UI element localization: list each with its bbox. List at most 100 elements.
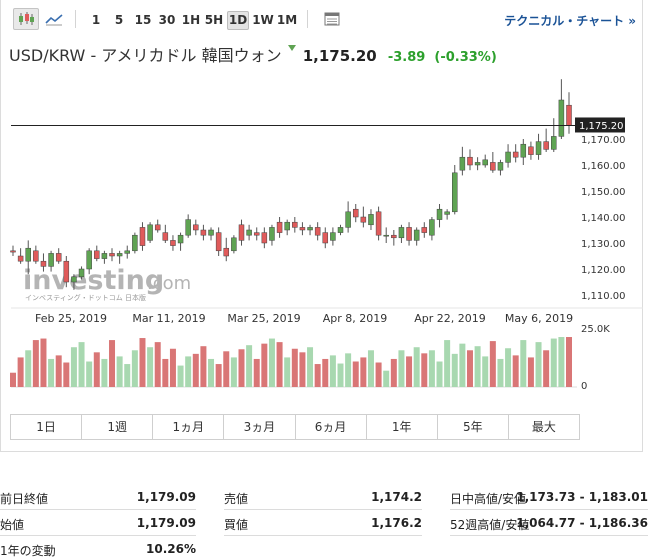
- range-1y[interactable]: 1年: [367, 415, 438, 439]
- volume-bar: [558, 337, 565, 387]
- stat-value: 1,064.77 - 1,186.36: [516, 516, 648, 530]
- volume-bar: [291, 348, 298, 387]
- candle-down: [139, 227, 146, 246]
- candle-down: [421, 227, 428, 233]
- candle-up: [208, 229, 214, 236]
- chart-toolbar: 1 5 15 30 1H 5H 1D 1W 1M テクニカル・チャート »: [1, 0, 644, 38]
- candle-up: [505, 151, 511, 163]
- volume-bar: [352, 361, 359, 387]
- stat-label: 買値: [224, 518, 249, 532]
- volume-bar: [208, 358, 215, 387]
- range-1m[interactable]: 1ヵ月: [153, 415, 225, 439]
- volume-bar: [10, 372, 16, 387]
- x-tick-label: Apr 22, 2019: [414, 312, 486, 325]
- timeframe-5h[interactable]: 5H: [204, 11, 224, 30]
- volume-bar: [428, 350, 435, 387]
- candle-down: [528, 146, 534, 155]
- volume-bar: [40, 338, 47, 387]
- volume-bar: [413, 347, 420, 387]
- volume-bar: [390, 358, 397, 387]
- range-6m[interactable]: 6ヵ月: [296, 415, 367, 439]
- timeframe-5[interactable]: 5: [112, 11, 126, 30]
- stat-value: 1,179.09: [136, 516, 196, 530]
- volume-bar: [124, 364, 131, 387]
- timeframe-30[interactable]: 30: [157, 11, 177, 30]
- timeframe-15[interactable]: 15: [133, 11, 153, 30]
- timeframe-1h[interactable]: 1H: [181, 11, 201, 30]
- stat-day-range: 日中高値/安値 1,173.73 - 1,183.01: [450, 484, 648, 510]
- watermark-brand: investing: [23, 265, 164, 296]
- volume-bar: [299, 352, 306, 387]
- volume-bar: [139, 338, 146, 387]
- calendar-table-icon[interactable]: [319, 8, 345, 30]
- range-5y[interactable]: 5年: [438, 415, 509, 439]
- candle-up: [116, 253, 123, 257]
- candle-down: [17, 255, 24, 262]
- candle-down: [360, 216, 367, 223]
- volume-bar: [154, 342, 161, 387]
- volume-bar: [375, 362, 382, 387]
- candle-down: [253, 232, 260, 236]
- volume-bar: [261, 343, 268, 387]
- range-max[interactable]: 最大: [509, 415, 579, 439]
- stat-label: 前日終値: [0, 492, 49, 506]
- candle-down: [40, 260, 47, 267]
- candle-up: [383, 234, 389, 237]
- stat-bid: 売値 1,174.2: [224, 484, 422, 510]
- candle-up: [429, 219, 435, 236]
- candle-up: [71, 276, 77, 283]
- candle-up: [177, 234, 184, 244]
- volume-bar: [329, 355, 336, 387]
- volume-bar: [48, 358, 55, 387]
- volume-bar: [527, 357, 534, 387]
- area-chart-icon[interactable]: [41, 8, 67, 30]
- range-3m[interactable]: 3ヵ月: [224, 415, 296, 439]
- volume-bar: [284, 357, 291, 387]
- candle-up: [246, 229, 252, 236]
- timeframe-1d[interactable]: 1D: [227, 11, 249, 30]
- candle-up: [474, 162, 481, 166]
- volume-bar: [192, 353, 199, 387]
- price-chart[interactable]: investing .com インベスティング・ドットコム 日本版 1,110.…: [1, 68, 643, 400]
- volume-bar: [25, 350, 32, 387]
- range-selector: 1日 1週 1ヵ月 3ヵ月 6ヵ月 1年 5年 最大: [10, 414, 580, 440]
- candle-down: [238, 224, 245, 241]
- x-tick-label: Apr 8, 2019: [323, 312, 388, 325]
- volume-bar: [535, 342, 542, 387]
- volume-bar: [520, 340, 527, 387]
- chart-widget: 1 5 15 30 1H 5H 1D 1W 1M テクニカル・チャート » US…: [0, 0, 643, 452]
- volume-bar: [345, 353, 352, 387]
- candle-down: [223, 247, 230, 257]
- volume-bar: [78, 342, 85, 387]
- range-1w[interactable]: 1週: [82, 415, 154, 439]
- candle-up: [444, 211, 450, 215]
- timeframe-1m[interactable]: 1M: [276, 11, 298, 30]
- volume-bar: [276, 342, 283, 387]
- stat-open: 始値 1,179.09: [0, 510, 196, 536]
- x-tick-label: May 6, 2019: [505, 312, 573, 325]
- candlestick-chart-icon[interactable]: [13, 8, 39, 30]
- timeframe-1w[interactable]: 1W: [252, 11, 274, 30]
- watermark-suffix: .com: [147, 273, 191, 294]
- volume-bar: [421, 353, 428, 387]
- y-tick-label: 1,170.00: [581, 135, 626, 146]
- candle-up: [330, 232, 336, 241]
- candle-down: [490, 162, 496, 171]
- candle-up: [459, 156, 466, 171]
- volume-bar: [474, 346, 481, 387]
- volume-bar: [185, 356, 192, 387]
- technical-chart-link[interactable]: テクニカル・チャート »: [504, 12, 636, 29]
- candle-up: [551, 136, 557, 150]
- range-1d[interactable]: 1日: [11, 415, 83, 439]
- candle-down: [261, 232, 268, 244]
- timeframe-1[interactable]: 1: [89, 11, 103, 30]
- candle-down: [94, 250, 100, 259]
- candle-up: [520, 143, 527, 158]
- volume-bar: [230, 357, 237, 387]
- stat-52week-range: 52週高値/安値 1,064.77 - 1,186.36: [450, 510, 648, 536]
- candle-up: [337, 227, 344, 233]
- y-tick-label: 1,160.00: [581, 161, 626, 172]
- volume-bar: [436, 361, 443, 387]
- quote-header: USD/KRW - アメリカドル 韓国ウォン 1,175.20 -3.89 (-…: [9, 42, 497, 65]
- volume-bar: [55, 355, 62, 387]
